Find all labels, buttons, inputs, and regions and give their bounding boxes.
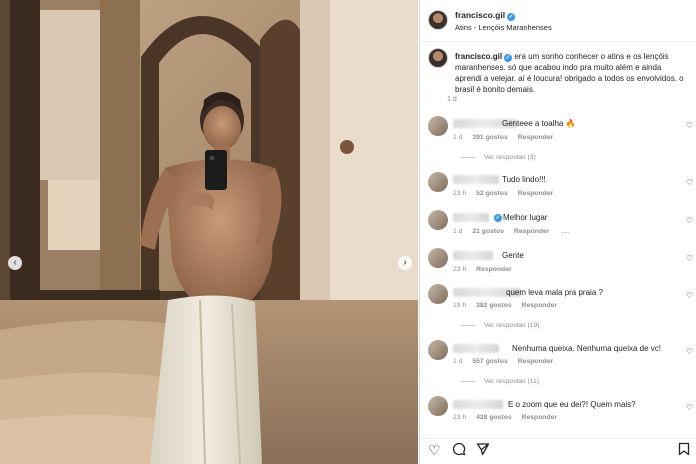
reply-button[interactable]: Responder — [476, 266, 512, 273]
comment-text: E o zoom que eu dei?! Quem mais? — [508, 400, 636, 409]
comment-text: Melhor lugar — [503, 213, 548, 222]
commenter-avatar[interactable] — [428, 284, 448, 304]
comment-text: Genteee a toalha 🔥 — [502, 119, 576, 128]
chevron-right-icon[interactable]: › — [398, 256, 412, 270]
comment-text: Nenhuma queixa. Nenhuma queixa de vc! — [512, 344, 661, 353]
commenter-avatar[interactable] — [428, 396, 448, 416]
post-side-panel: francisco.gil ✓ Atins - Lençóis Maranhens… — [419, 0, 696, 464]
reply-button[interactable]: Responder — [522, 414, 558, 421]
share-icon[interactable] — [476, 442, 490, 459]
reply-button[interactable]: Responder — [518, 358, 554, 365]
comment-time: 23 h — [453, 266, 467, 273]
comment-time: 19 h — [453, 302, 467, 309]
comment-icon[interactable] — [452, 442, 466, 459]
reply-button[interactable]: Responder — [522, 302, 558, 309]
verified-badge-icon: ✓ — [504, 54, 513, 62]
commenter-avatar[interactable] — [428, 340, 448, 360]
heart-icon[interactable]: ♡ — [686, 121, 693, 130]
view-replies-button[interactable]: Ver respostas (19) — [460, 322, 540, 329]
post-location[interactable]: Atins - Lençóis Maranhenses — [455, 23, 552, 32]
commenter-avatar[interactable] — [428, 248, 448, 268]
commenter-name-redacted — [453, 213, 489, 222]
comment-likes[interactable]: 557 gostos — [472, 358, 508, 365]
post-username[interactable]: francisco.gil — [455, 10, 505, 20]
heart-icon[interactable]: ♡ — [686, 178, 693, 187]
comment-text: Tudo lindo!!! — [502, 175, 546, 184]
chevron-left-icon[interactable]: ‹ — [8, 256, 22, 270]
heart-icon[interactable]: ♡ — [428, 442, 441, 458]
commenter-name-redacted — [453, 344, 499, 353]
commenter-avatar[interactable] — [428, 116, 448, 136]
reply-button[interactable]: Responder — [518, 190, 554, 197]
post-photo[interactable]: ‹ › — [0, 0, 418, 464]
avatar[interactable] — [428, 10, 448, 30]
post-actions-bar: ♡ — [420, 438, 696, 464]
comment-time: 1 d — [453, 358, 463, 365]
commenter-name-redacted — [453, 400, 503, 409]
mirror-selfie-image — [0, 0, 418, 464]
heart-icon[interactable]: ♡ — [686, 254, 693, 263]
commenter-avatar[interactable] — [428, 172, 448, 192]
commenter-avatar[interactable] — [428, 210, 448, 230]
caption-avatar[interactable] — [428, 48, 448, 68]
comment-likes[interactable]: 428 gostos — [476, 414, 512, 421]
caption-time: 1 d — [447, 96, 457, 103]
comment-likes[interactable]: 52 gostos — [476, 190, 508, 197]
comment-likes[interactable]: 382 gostos — [476, 302, 512, 309]
comment-time: 1 d — [453, 134, 463, 141]
comment-time: 23 h — [453, 190, 467, 197]
caption-username[interactable]: francisco.gil — [455, 52, 502, 61]
heart-icon[interactable]: ♡ — [686, 347, 693, 356]
comment-time: 1 d — [453, 228, 463, 235]
comment-text: Gente — [502, 251, 524, 260]
comment-likes[interactable]: 391 gostos — [472, 134, 508, 141]
comment-time: 23 h — [453, 414, 467, 421]
post-header: francisco.gil ✓ Atins - Lençóis Maranhens… — [420, 0, 696, 42]
verified-badge-icon: ✓ — [494, 214, 502, 222]
commenter-name-redacted — [453, 175, 499, 184]
reply-button[interactable]: Responder — [514, 228, 550, 235]
commenter-name-redacted — [453, 251, 493, 260]
comment-likes[interactable]: 21 gostos — [472, 228, 504, 235]
heart-icon[interactable]: ♡ — [686, 291, 693, 300]
heart-icon[interactable]: ♡ — [686, 403, 693, 412]
comment-text: quem leva mala pra praia ? — [506, 288, 603, 297]
reply-button[interactable]: Responder — [518, 134, 554, 141]
bookmark-icon[interactable] — [678, 442, 690, 459]
view-replies-button[interactable]: Ver respostas (11) — [460, 378, 539, 385]
heart-icon[interactable]: ♡ — [686, 216, 693, 225]
view-replies-button[interactable]: Ver respostas (3) — [460, 154, 536, 161]
more-options-icon[interactable]: ... — [561, 228, 570, 235]
verified-badge-icon: ✓ — [507, 13, 516, 21]
